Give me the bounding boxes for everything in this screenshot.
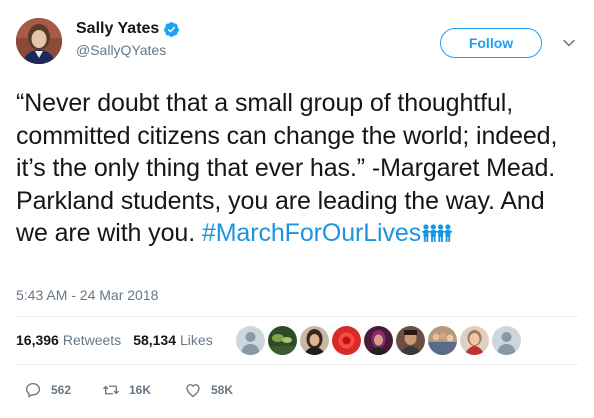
liker-avatar-portrait[interactable]: [460, 326, 489, 355]
tweet-card: Sally Yates @SallyQYates Follow “Never d…: [0, 0, 594, 418]
user-handle[interactable]: @SallyQYates: [76, 42, 180, 58]
hashtag-link[interactable]: #MarchForOurLives: [202, 219, 421, 247]
action-bar: 562 16K 58K: [24, 381, 233, 399]
reply-icon: [25, 382, 41, 398]
retweets-count: 16,396: [16, 332, 59, 348]
liker-avatar-magenta[interactable]: [364, 326, 393, 355]
people-holding-hands-icon: [422, 224, 453, 242]
divider-top: [16, 316, 578, 317]
display-name[interactable]: Sally Yates: [76, 20, 159, 38]
follow-button[interactable]: Follow: [440, 28, 542, 58]
reply-count: 562: [51, 383, 72, 397]
liker-avatar-man[interactable]: [396, 326, 425, 355]
retweets-label: Retweets: [62, 332, 122, 348]
liker-avatars: [236, 326, 521, 355]
likes-label: Likes: [180, 332, 213, 348]
avatar[interactable]: [16, 18, 62, 64]
liker-avatar-default-2[interactable]: [492, 326, 521, 355]
chevron-down-icon[interactable]: [562, 36, 576, 50]
verified-badge-icon: [164, 21, 180, 37]
heart-icon: [186, 384, 200, 398]
retweets-stat[interactable]: 16,396 Retweets: [16, 332, 121, 348]
liker-avatar-green[interactable]: [268, 326, 297, 355]
retweet-button[interactable]: 16K: [102, 381, 184, 399]
retweet-icon: [103, 385, 119, 395]
retweet-count: 16K: [129, 383, 152, 397]
liker-avatar-default[interactable]: [236, 326, 265, 355]
divider-bottom: [16, 364, 578, 365]
likes-count: 58,134: [133, 332, 177, 348]
reply-button[interactable]: 562: [24, 381, 102, 399]
liker-avatar-crowd[interactable]: [428, 326, 457, 355]
timestamp[interactable]: 5:43 AM - 24 Mar 2018: [16, 287, 158, 303]
likes-stat[interactable]: 58,134 Likes: [133, 332, 213, 348]
like-button[interactable]: 58K: [184, 381, 233, 399]
tweet-text: “Never doubt that a small group of thoug…: [16, 87, 582, 250]
user-info[interactable]: Sally Yates @SallyQYates: [76, 20, 180, 58]
liker-avatar-woman[interactable]: [300, 326, 329, 355]
like-count: 58K: [211, 383, 234, 397]
engagement-stats: 16,396 Retweets 58,134 Likes: [16, 332, 225, 348]
avatar-photo: [16, 18, 62, 64]
liker-avatar-red[interactable]: [332, 326, 361, 355]
